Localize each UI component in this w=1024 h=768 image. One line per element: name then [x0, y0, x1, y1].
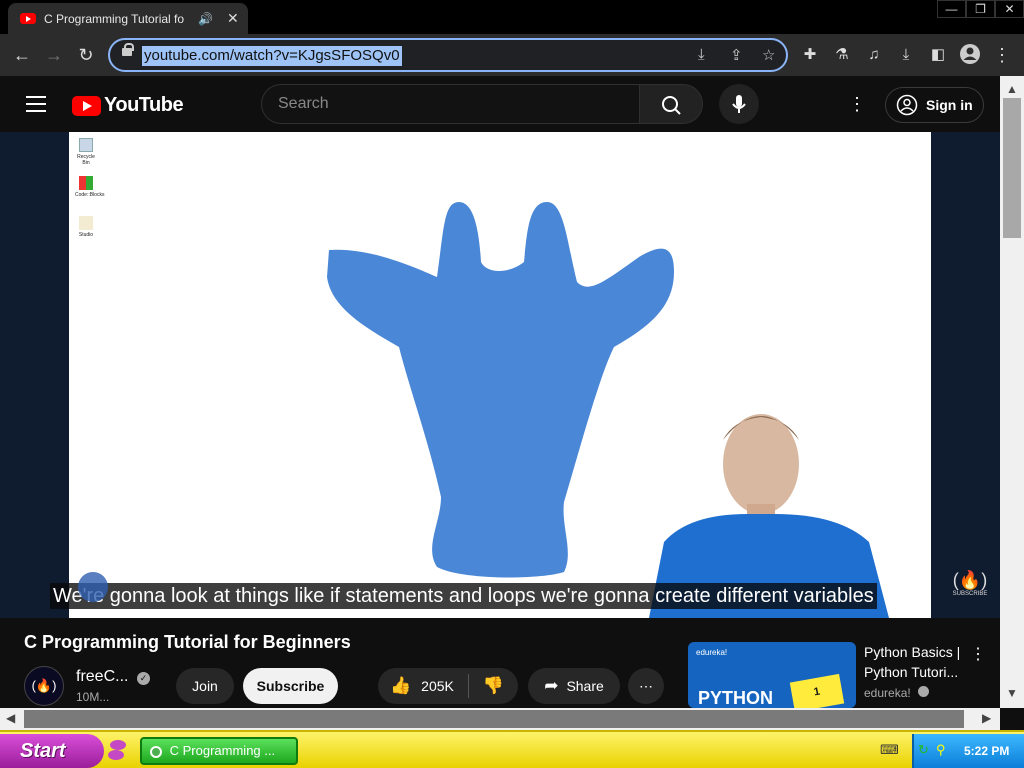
video-details: C Programming Tutorial for Beginners (🔥)…: [0, 618, 1000, 708]
more-actions-button[interactable]: ⋯: [628, 668, 664, 704]
clock: 5:22 PM: [964, 744, 1010, 758]
channel-name[interactable]: freeC...: [76, 668, 128, 686]
microphone-icon: [732, 95, 746, 113]
profile-avatar-icon[interactable]: [958, 43, 982, 67]
scroll-up-arrow-icon[interactable]: ▲: [1006, 82, 1018, 96]
youtube-logo[interactable]: YouTube: [72, 94, 184, 117]
video-player[interactable]: Recycle Bin Code::Blocks Studio We're go…: [0, 132, 1000, 618]
start-button[interactable]: Start: [0, 734, 104, 768]
close-window-button[interactable]: ✕: [995, 0, 1024, 18]
like-count: 205K: [421, 678, 454, 694]
thumbnail-text: PYTHON: [698, 688, 774, 708]
search-icon: [662, 96, 681, 115]
voice-search-button[interactable]: [719, 84, 759, 124]
scroll-right-arrow-icon[interactable]: ▶: [982, 711, 991, 725]
share-label: Share: [566, 678, 604, 694]
browser-tab[interactable]: C Programming Tutorial fo 🔊 ✕: [8, 3, 248, 34]
recommended-channel-name[interactable]: edureka!: [864, 686, 930, 700]
share-page-icon[interactable]: ⇪: [730, 46, 743, 64]
browser-toolbar: ← → ↻ youtube.com/watch?v=KJgsSFOSQv0 ⤓ …: [0, 34, 1024, 76]
scroll-left-arrow-icon[interactable]: ◀: [6, 711, 15, 725]
search-input[interactable]: Search: [261, 84, 641, 124]
video-title: C Programming Tutorial for Beginners: [24, 632, 351, 652]
thumbnail-badge: 1 Million+ views: [789, 673, 845, 708]
downloads-icon[interactable]: ⤓: [894, 43, 918, 67]
reload-button[interactable]: ↻: [74, 43, 98, 67]
dislike-button[interactable]: 👎: [483, 676, 504, 696]
tab-title: C Programming Tutorial fo: [44, 11, 185, 26]
join-button[interactable]: Join: [176, 668, 234, 704]
speaker-icon[interactable]: 🔊: [198, 12, 213, 26]
chrome-icon: [150, 745, 162, 758]
freecodecamp-logo-icon: (🔥): [952, 570, 988, 590]
thumbnail-brand: edureka!: [696, 648, 728, 657]
channel-watermark[interactable]: (🔥) SUBSCRIBE: [950, 570, 990, 597]
url-text[interactable]: youtube.com/watch?v=KJgsSFOSQv0: [142, 46, 402, 66]
share-icon: ➦: [544, 676, 559, 695]
verified-check-icon: ✓: [137, 672, 150, 685]
sign-in-label: Sign in: [926, 97, 973, 113]
like-dislike-group: 👍 205K 👎: [378, 668, 518, 704]
settings-menu-icon[interactable]: ⋮: [848, 94, 866, 115]
back-button[interactable]: ←: [10, 43, 34, 67]
share-button[interactable]: ➦ Share: [528, 668, 620, 704]
youtube-play-icon: [72, 95, 101, 116]
window-controls: — ❐ ✕: [937, 0, 1024, 18]
media-controls-icon[interactable]: ♫: [862, 43, 886, 67]
recommended-video-title[interactable]: Python Basics | Python Tutori...: [864, 642, 964, 682]
watermark-label: SUBSCRIBE: [952, 591, 988, 597]
spinner-icon: [78, 572, 108, 602]
side-panel-icon[interactable]: ◧: [926, 43, 950, 67]
subscribe-button[interactable]: Subscribe: [243, 668, 338, 704]
recommended-video-menu-icon[interactable]: ⋮: [970, 644, 986, 664]
taskbar: Start C Programming ... ⌨ ↻ ⚲ 5:22 PM: [0, 730, 1024, 768]
quick-launch-icon[interactable]: [106, 738, 128, 762]
search-button[interactable]: [639, 84, 703, 124]
bookmark-star-icon[interactable]: ☆: [762, 46, 775, 64]
network-icon[interactable]: ↻: [918, 742, 929, 758]
taskbar-window-label: C Programming ...: [169, 743, 276, 758]
thumbs-down-icon: 👎: [482, 676, 505, 695]
address-bar[interactable]: youtube.com/watch?v=KJgsSFOSQv0 ⤓ ⇪ ☆: [108, 38, 788, 72]
taskbar-window-button[interactable]: C Programming ...: [140, 737, 298, 765]
verified-check-icon: [918, 686, 930, 697]
close-tab-icon[interactable]: ✕: [227, 10, 239, 27]
restore-button[interactable]: ❐: [966, 0, 995, 18]
forward-button[interactable]: →: [42, 43, 66, 67]
horizontal-scrollbar-thumb[interactable]: [24, 710, 964, 728]
minimize-button[interactable]: —: [937, 0, 966, 18]
video-caption: We're gonna look at things like if state…: [50, 583, 877, 609]
browser-title-bar: C Programming Tutorial fo 🔊 ✕ — ❐ ✕: [0, 0, 1024, 34]
youtube-header: YouTube Search ⋮ Sign in: [0, 76, 1000, 132]
youtube-wordmark: YouTube: [104, 94, 184, 116]
extensions-icon[interactable]: ✚: [798, 43, 822, 67]
vertical-scrollbar-thumb[interactable]: [1003, 98, 1021, 238]
subscriber-count: 10M...: [76, 690, 110, 704]
labs-flask-icon[interactable]: ⚗: [830, 43, 854, 67]
search-tray-icon[interactable]: ⚲: [936, 742, 946, 758]
install-app-icon[interactable]: ⤓: [698, 46, 705, 63]
thumbs-up-icon: 👍: [390, 676, 412, 695]
hamburger-menu-icon[interactable]: [26, 96, 46, 112]
lock-icon[interactable]: [122, 43, 134, 56]
divider: [467, 674, 469, 698]
search-placeholder: Search: [278, 95, 329, 112]
like-button[interactable]: 👍 205K: [390, 676, 454, 696]
keyboard-icon[interactable]: ⌨: [880, 742, 899, 758]
browser-menu-icon[interactable]: ⋮: [990, 43, 1014, 67]
channel-avatar[interactable]: (🔥): [24, 666, 64, 706]
scroll-down-arrow-icon[interactable]: ▼: [1006, 686, 1018, 700]
account-icon: [896, 94, 918, 116]
recommended-video-thumbnail[interactable]: edureka! PYTHON 1 Million+ views: [688, 642, 856, 708]
sign-in-button[interactable]: Sign in: [885, 87, 984, 123]
video-frame[interactable]: Recycle Bin Code::Blocks Studio: [69, 132, 931, 618]
youtube-favicon-icon: [20, 13, 36, 24]
